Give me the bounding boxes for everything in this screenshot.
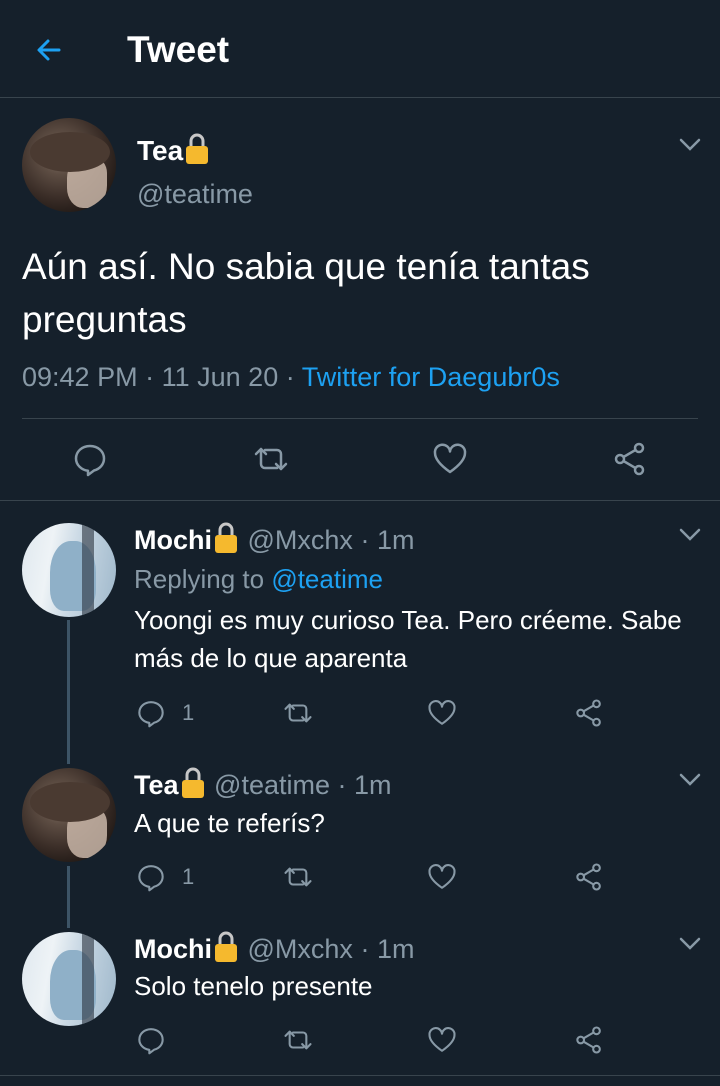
thread-connector — [67, 620, 70, 764]
reply-icon — [138, 701, 164, 728]
reply-count: 1 — [182, 864, 195, 889]
reply-author-handle: @teatime — [214, 770, 330, 800]
reply-time: 1m — [354, 770, 392, 800]
replying-label: Replying to — [134, 564, 265, 594]
reply-icon — [138, 865, 164, 892]
share-icon[interactable] — [574, 862, 604, 892]
reply-count: 1 — [182, 700, 195, 725]
reply-text: Yoongi es muy curioso Tea. Pero créeme. … — [134, 605, 682, 673]
reply-button[interactable]: 1 — [136, 862, 194, 892]
lock-icon — [215, 522, 237, 553]
reply-author-handle: @Mxchx — [247, 934, 353, 964]
divider — [0, 1075, 720, 1076]
heart-icon[interactable] — [432, 441, 468, 477]
reply-button[interactable] — [136, 1025, 166, 1055]
author-name[interactable]: Tea — [137, 132, 211, 167]
chevron-down-icon[interactable] — [679, 528, 701, 542]
share-icon[interactable] — [574, 698, 604, 728]
tweet-meta: 09:42 PM · 11 Jun 20 · Twitter for Daegu… — [22, 360, 560, 394]
divider — [0, 500, 720, 501]
reply-icon — [138, 1028, 164, 1055]
page-title: Tweet — [127, 29, 230, 70]
thread-connector — [67, 866, 70, 928]
replying-to-link[interactable]: @teatime — [271, 564, 383, 594]
retweet-icon[interactable] — [253, 441, 289, 477]
avatar-mochi[interactable] — [22, 932, 116, 1026]
reply-author-name: Mochi — [134, 525, 212, 555]
meta-separator: · — [285, 362, 295, 392]
reply-text: Solo tenelo presente — [134, 971, 373, 1001]
author-handle[interactable]: @teatime — [137, 178, 253, 210]
arrow-left-icon[interactable] — [33, 34, 65, 66]
retweet-icon[interactable] — [283, 862, 313, 892]
meta-separator: · — [337, 770, 347, 800]
chevron-down-icon[interactable] — [679, 937, 701, 951]
meta-separator: · — [145, 362, 155, 392]
reply-text: A que te referís? — [134, 808, 325, 838]
reply-icon[interactable] — [72, 441, 108, 477]
tweet-time: 09:42 PM — [22, 362, 138, 392]
divider — [22, 418, 698, 419]
author-name-text: Tea — [137, 135, 184, 166]
retweet-icon[interactable] — [283, 1025, 313, 1055]
share-icon[interactable] — [612, 441, 648, 477]
meta-separator: · — [360, 934, 370, 964]
heart-icon[interactable] — [427, 698, 457, 728]
reply-author-name: Tea — [134, 770, 179, 800]
avatar-tea[interactable] — [22, 118, 116, 212]
tweet-date: 11 Jun 20 — [161, 362, 279, 392]
reply-author-name: Mochi — [134, 934, 212, 964]
heart-icon[interactable] — [427, 862, 457, 892]
lock-icon — [186, 133, 209, 164]
share-icon[interactable] — [574, 1025, 604, 1055]
lock-icon — [181, 767, 204, 798]
chevron-down-icon[interactable] — [679, 138, 701, 152]
reply-header[interactable]: Mochi @Mxchx · 1m — [134, 521, 414, 556]
avatar-tea[interactable] — [22, 768, 116, 862]
tweet-text: Aún así. No sabia que tenía tantas pregu… — [22, 246, 590, 340]
heart-icon[interactable] — [427, 1025, 457, 1055]
reply-time: 1m — [376, 934, 415, 964]
replying-to: Replying to @teatime — [134, 563, 383, 595]
avatar-mochi[interactable] — [22, 523, 116, 617]
top-bar: Tweet — [0, 0, 720, 98]
retweet-icon[interactable] — [283, 698, 313, 728]
reply-header[interactable]: Mochi @Mxchx · 1m — [134, 930, 414, 965]
reply-header[interactable]: Tea @teatime · 1m — [134, 766, 392, 801]
lock-icon — [215, 931, 237, 962]
tweet-source-link[interactable]: Twitter for Daegubr0s — [302, 362, 560, 392]
reply-button[interactable]: 1 — [136, 698, 194, 728]
meta-separator: · — [360, 525, 370, 555]
chevron-down-icon[interactable] — [679, 773, 701, 787]
reply-time: 1m — [376, 525, 415, 555]
reply-author-handle: @Mxchx — [247, 525, 353, 555]
